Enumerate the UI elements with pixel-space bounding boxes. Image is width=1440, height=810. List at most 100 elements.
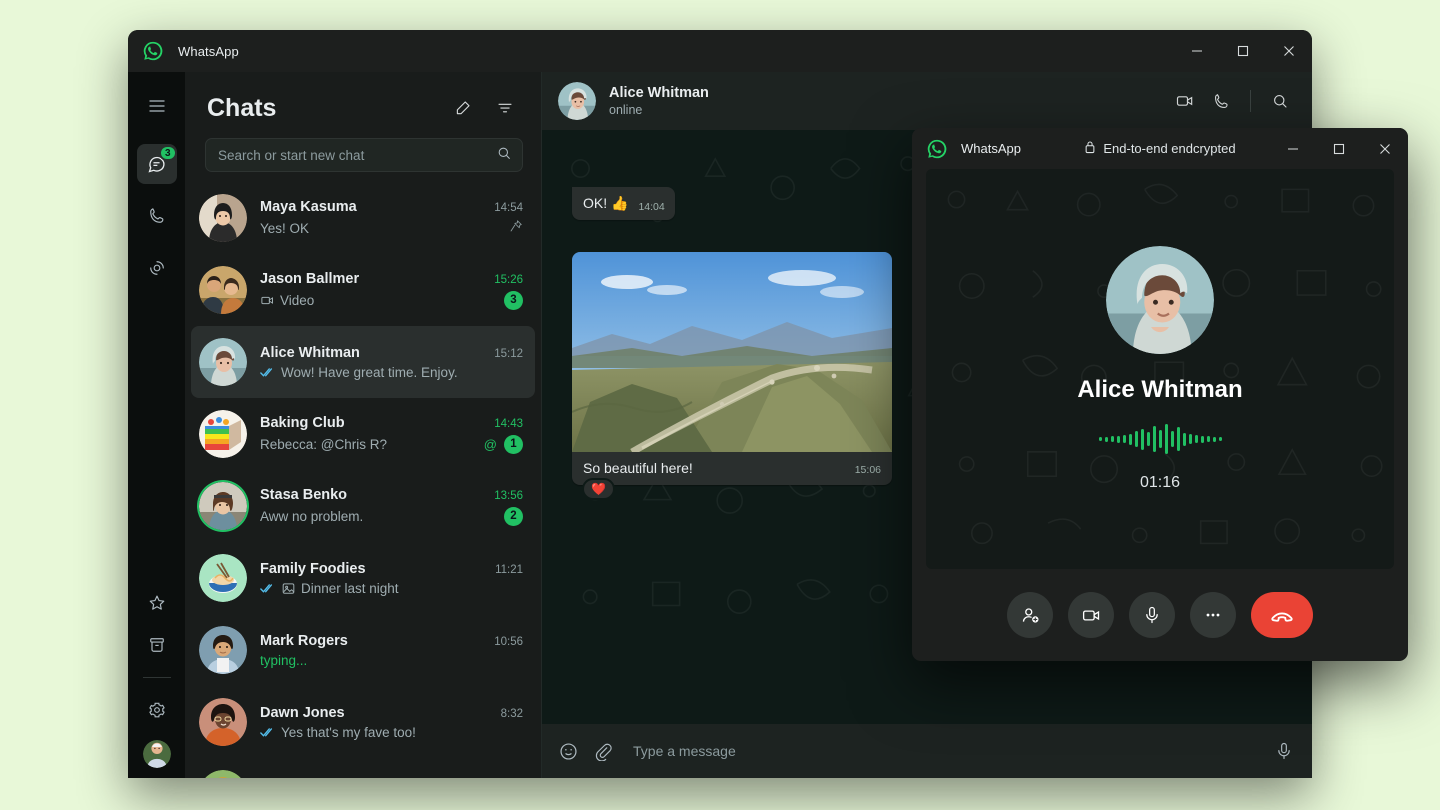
search-input[interactable] xyxy=(218,148,496,163)
chat-avatar[interactable] xyxy=(199,194,247,242)
conversation-contact-name: Alice Whitman xyxy=(609,85,709,101)
ellipsis-icon[interactable] xyxy=(1190,592,1236,638)
maximize-button[interactable] xyxy=(1220,30,1266,72)
read-receipt-ticks xyxy=(260,727,276,738)
waveform-bar xyxy=(1123,435,1126,443)
chat-preview-text: Yes! OK xyxy=(260,221,309,236)
end-call-icon[interactable] xyxy=(1251,592,1313,638)
microphone-icon[interactable] xyxy=(1274,741,1294,761)
emoji-smiley-icon[interactable] xyxy=(558,741,579,762)
rail-item-starred[interactable] xyxy=(137,583,177,623)
waveform-bar xyxy=(1117,436,1120,443)
rail-item-status[interactable] xyxy=(137,248,177,288)
add-person-icon[interactable] xyxy=(1007,592,1053,638)
call-window-title: WhatsApp xyxy=(961,141,1021,156)
compose-new-chat-icon[interactable] xyxy=(447,92,479,124)
chat-avatar[interactable] xyxy=(199,626,247,674)
call-duration: 01:16 xyxy=(1140,474,1180,492)
incoming-image-message[interactable]: So beautiful here!15:06❤️ xyxy=(572,252,892,485)
close-button[interactable] xyxy=(1266,30,1312,72)
chat-timestamp: 14:43 xyxy=(486,418,523,430)
rail-item-chats[interactable]: 3 xyxy=(137,144,177,184)
conversation-avatar[interactable] xyxy=(558,82,596,120)
chat-avatar[interactable] xyxy=(199,770,247,778)
chat-list-item[interactable]: Baking Club14:43Rebecca: @Chris R?@1 xyxy=(191,398,535,470)
lock-icon xyxy=(1084,140,1096,157)
chat-list-item[interactable]: Family Foodies11:21Dinner last night xyxy=(191,542,535,614)
chat-avatar[interactable] xyxy=(199,482,247,530)
chat-list-item[interactable]: Maya Kasuma14:54Yes! OK xyxy=(191,182,535,254)
waveform-bar xyxy=(1147,432,1150,446)
message-input[interactable] xyxy=(633,743,1260,759)
call-close-button[interactable] xyxy=(1362,128,1408,169)
chat-avatar[interactable] xyxy=(199,554,247,602)
chat-avatar[interactable] xyxy=(199,698,247,746)
chat-avatar[interactable] xyxy=(199,266,247,314)
chat-item-bottom-line: Rebecca: @Chris R?@1 xyxy=(260,435,523,454)
video-camera-icon[interactable] xyxy=(1169,85,1201,117)
chat-item-content: Mark Rogers10:56typing... xyxy=(260,633,523,668)
hamburger-menu-icon[interactable] xyxy=(137,86,177,126)
minimize-button[interactable] xyxy=(1174,30,1220,72)
user-profile-avatar[interactable] xyxy=(143,740,171,768)
search-box[interactable] xyxy=(205,138,523,172)
main-window-title: WhatsApp xyxy=(178,44,239,59)
call-window-titlebar: WhatsApp End-to-end endcrypted xyxy=(912,128,1408,169)
rail-item-settings[interactable] xyxy=(137,690,177,730)
chat-item-bottom-line: Video3 xyxy=(260,291,523,310)
chat-list-item[interactable]: Mark Rogers10:56typing... xyxy=(191,614,535,686)
chat-avatar[interactable] xyxy=(199,410,247,458)
waveform-bar xyxy=(1213,437,1216,442)
chat-item-content: Family Foodies11:21Dinner last night xyxy=(260,561,523,596)
chat-preview-text: Aww no problem. xyxy=(260,509,363,524)
waveform-bar xyxy=(1189,434,1192,444)
rail-item-archived[interactable] xyxy=(137,625,177,665)
mention-icon: @ xyxy=(484,437,497,452)
chat-list-item[interactable]: Jason Ballmer15:26Video3 xyxy=(191,254,535,326)
waveform-bar xyxy=(1177,427,1180,451)
chats-unread-badge: 3 xyxy=(159,145,177,161)
microphone-icon[interactable] xyxy=(1129,592,1175,638)
filter-icon[interactable] xyxy=(489,92,521,124)
chat-list-item[interactable]: Alice Whitman15:12 Wow! Have great time. … xyxy=(191,326,535,398)
page-title: Chats xyxy=(207,94,276,123)
voice-call-window: WhatsApp End-to-end endcrypted xyxy=(912,128,1408,661)
search-icon[interactable] xyxy=(496,145,512,166)
chat-list-panel: Chats xyxy=(185,72,541,778)
call-window-controls xyxy=(1270,128,1408,169)
chat-contact-name: Dawn Jones xyxy=(260,705,345,721)
conversation-status: online xyxy=(609,103,709,117)
chat-item-top-line: Alice Whitman15:12 xyxy=(260,345,523,361)
rail-item-calls[interactable] xyxy=(137,196,177,236)
chat-item-bottom-line: Wow! Have great time. Enjoy. xyxy=(260,365,523,380)
chat-contact-name: Jason Ballmer xyxy=(260,271,359,287)
call-maximize-button[interactable] xyxy=(1316,128,1362,169)
chat-list-item[interactable]: Dawn Jones 8:32 Yes that's my fave too! xyxy=(191,686,535,758)
call-stage: Alice Whitman 01:16 xyxy=(926,169,1394,569)
incoming-message-bubble[interactable]: OK! 👍14:04 xyxy=(572,187,675,220)
conversation-header: Alice Whitman online xyxy=(542,72,1312,130)
waveform-bar xyxy=(1201,436,1204,443)
mountain-ridge-photo xyxy=(572,252,892,452)
chat-preview-text: Yes that's my fave too! xyxy=(260,725,416,740)
chat-list-item[interactable]: Stasa Benko13:56Aww no problem.2 xyxy=(191,470,535,542)
chat-contact-name: Family Foodies xyxy=(260,561,366,577)
phone-icon[interactable] xyxy=(1205,85,1237,117)
chat-item-top-line: Dawn Jones 8:32 xyxy=(260,705,523,721)
chat-timestamp: 8:32 xyxy=(493,708,523,720)
paperclip-icon[interactable] xyxy=(593,741,613,761)
unread-badge: 1 xyxy=(504,435,523,454)
whatsapp-logo-icon xyxy=(926,138,948,160)
search-icon[interactable] xyxy=(1264,85,1296,117)
image-bubble[interactable]: So beautiful here!15:06 xyxy=(572,252,892,485)
chat-list-item[interactable]: Ziggy Woodley8:12 xyxy=(191,758,535,778)
chat-item-content: Alice Whitman15:12 Wow! Have great time. … xyxy=(260,345,523,380)
message-reaction[interactable]: ❤️ xyxy=(582,478,615,500)
rail-divider xyxy=(143,677,171,678)
call-minimize-button[interactable] xyxy=(1270,128,1316,169)
chat-list[interactable]: Maya Kasuma14:54Yes! OKJason Ballmer15:2… xyxy=(185,182,541,778)
chat-avatar[interactable] xyxy=(199,338,247,386)
whatsapp-logo-icon xyxy=(142,40,164,62)
video-camera-icon[interactable] xyxy=(1068,592,1114,638)
chat-preview-text: Video xyxy=(260,293,314,308)
